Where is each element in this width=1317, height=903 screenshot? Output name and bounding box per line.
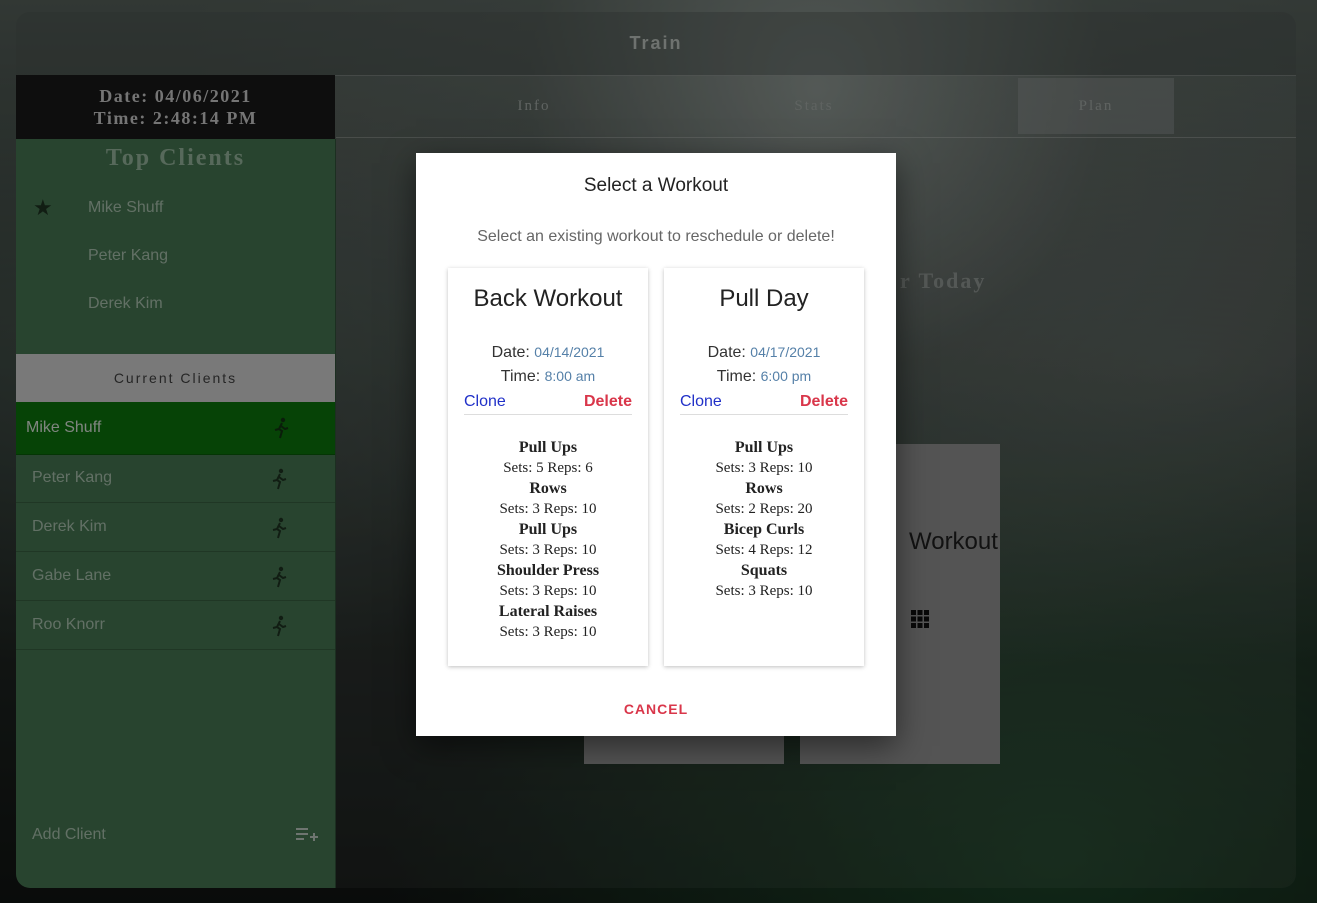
clone-button[interactable]: Clone (680, 393, 722, 411)
exercise-item: Rows Sets: 2 Reps: 20 (715, 480, 813, 517)
time-value: 8:00 am (544, 368, 596, 384)
exercise-item: Bicep Curls Sets: 4 Reps: 12 (715, 521, 813, 558)
exercise-item: Rows Sets: 3 Reps: 10 (499, 480, 597, 517)
exercise-item: Pull Ups Sets: 5 Reps: 6 (503, 439, 593, 476)
date-value: 04/14/2021 (534, 344, 605, 360)
workout-card[interactable]: Pull Day Date: 04/17/2021 Time: 6:00 pm … (664, 268, 864, 666)
workout-date: Date: 04/14/2021 (491, 344, 605, 361)
workout-name: Back Workout (473, 285, 623, 312)
cancel-button[interactable]: CANCEL (416, 701, 896, 717)
divider (464, 414, 632, 415)
time-value: 6:00 pm (760, 368, 812, 384)
select-workout-dialog: Select a Workout Select an existing work… (416, 153, 896, 736)
workout-name: Pull Day (719, 285, 809, 312)
divider (680, 414, 848, 415)
dialog-subtitle: Select an existing workout to reschedule… (477, 228, 835, 245)
exercise-item: Shoulder Press Sets: 3 Reps: 10 (496, 562, 600, 599)
dialog-title: Select a Workout (583, 175, 729, 196)
clone-button[interactable]: Clone (464, 393, 506, 411)
workout-time: Time: 8:00 am (500, 368, 596, 385)
delete-button[interactable]: Delete (800, 393, 848, 411)
exercise-list: Pull Ups Sets: 3 Reps: 10 Rows Sets: 2 Rep… (664, 438, 864, 602)
workout-time: Time: 6:00 pm (716, 368, 812, 385)
workout-date: Date: 04/17/2021 (707, 344, 821, 361)
exercise-item: Lateral Raises Sets: 3 Reps: 10 (498, 603, 598, 640)
exercise-item: Pull Ups Sets: 3 Reps: 10 (499, 521, 597, 558)
delete-button[interactable]: Delete (584, 393, 632, 411)
exercise-list: Pull Ups Sets: 5 Reps: 6 Rows Sets: 3 Reps… (448, 438, 648, 643)
exercise-item: Pull Ups Sets: 3 Reps: 10 (715, 439, 813, 476)
exercise-item: Squats Sets: 3 Reps: 10 (715, 562, 813, 599)
workout-card[interactable]: Back Workout Date: 04/14/2021 Time: 8:00… (448, 268, 648, 666)
date-value: 04/17/2021 (750, 344, 821, 360)
